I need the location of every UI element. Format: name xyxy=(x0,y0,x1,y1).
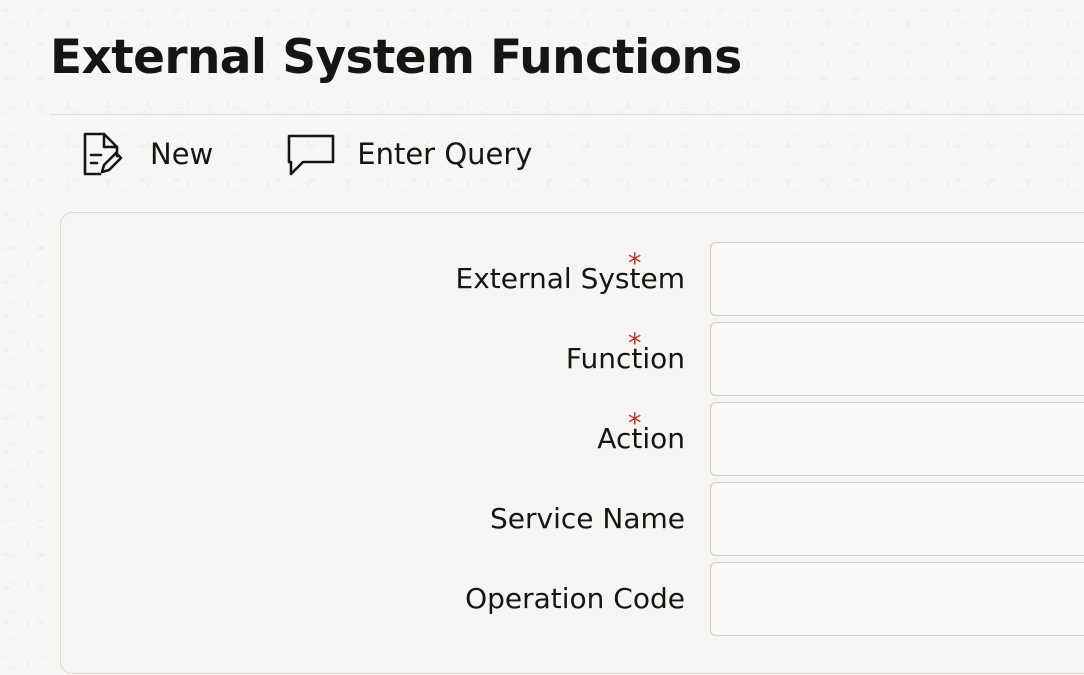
service-name-row: Service Name xyxy=(61,482,1084,556)
function-input[interactable] xyxy=(710,322,1084,396)
operation-code-label: Operation Code xyxy=(465,582,685,615)
external-system-label: External System xyxy=(455,262,685,295)
form-panel: External System * Function * Action * Se… xyxy=(60,212,1084,674)
external-system-row: External System * xyxy=(61,242,1084,316)
new-document-icon xyxy=(78,128,130,180)
action-required-indicator: * xyxy=(628,408,642,439)
operation-code-input[interactable] xyxy=(710,562,1084,636)
external-system-required-indicator: * xyxy=(628,248,642,279)
action-input[interactable] xyxy=(710,402,1084,476)
service-name-label: Service Name xyxy=(490,502,685,535)
external-system-input[interactable] xyxy=(710,242,1084,316)
new-button[interactable]: New xyxy=(78,128,213,180)
enter-query-button[interactable]: Enter Query xyxy=(285,128,532,180)
toolbar: New Enter Query xyxy=(78,126,604,182)
operation-code-row: Operation Code xyxy=(61,562,1084,636)
new-button-label: New xyxy=(150,137,214,171)
title-divider xyxy=(50,114,1084,115)
speech-bubble-icon xyxy=(285,128,337,180)
function-required-indicator: * xyxy=(628,328,642,359)
function-label: Function xyxy=(565,342,685,375)
service-name-input[interactable] xyxy=(710,482,1084,556)
function-row: Function * xyxy=(61,322,1084,396)
enter-query-button-label: Enter Query xyxy=(357,137,533,171)
action-row: Action * xyxy=(61,402,1084,476)
page-title: External System Functions xyxy=(50,30,742,85)
